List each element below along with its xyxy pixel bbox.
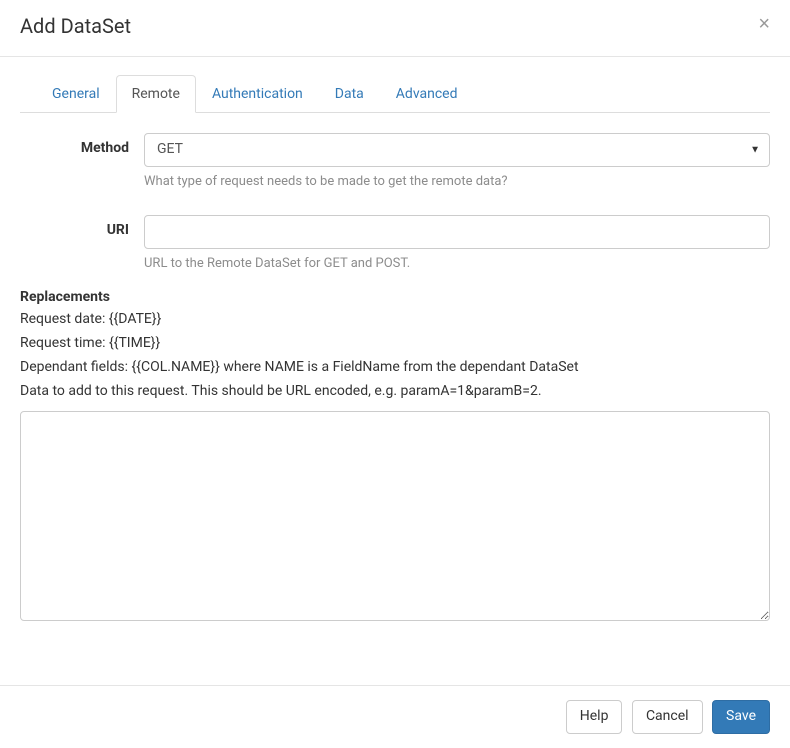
replacements-dependant: Dependant fields: {{COL.NAME}} where NAM… — [20, 357, 770, 378]
close-button[interactable]: × — [758, 14, 770, 34]
tab-general-label[interactable]: General — [36, 75, 116, 113]
replacements-section: Replacements Request date: {{DATE}} Requ… — [20, 289, 770, 625]
replacements-textarea[interactable] — [20, 411, 770, 621]
tab-authentication[interactable]: Authentication — [196, 75, 319, 113]
form-section: Method GET ▼ What type of request needs … — [20, 113, 770, 625]
method-group: Method GET ▼ What type of request needs … — [20, 133, 770, 191]
save-button[interactable]: Save — [712, 700, 770, 734]
tab-list: General Remote Authentication Data Advan… — [20, 75, 770, 113]
tab-advanced[interactable]: Advanced — [380, 75, 474, 113]
tab-remote-label[interactable]: Remote — [116, 75, 196, 113]
method-help: What type of request needs to be made to… — [144, 173, 770, 191]
method-label: Method — [20, 133, 144, 191]
modal-title: Add DataSet — [20, 14, 131, 38]
tab-authentication-label[interactable]: Authentication — [196, 75, 319, 113]
uri-help: URL to the Remote DataSet for GET and PO… — [144, 255, 770, 273]
tab-advanced-label[interactable]: Advanced — [380, 75, 474, 113]
modal-footer: Help Cancel Save — [0, 685, 790, 748]
uri-label: URI — [20, 215, 144, 273]
cancel-button[interactable]: Cancel — [632, 700, 703, 734]
tab-data[interactable]: Data — [319, 75, 380, 113]
replacements-datahint: Data to add to this request. This should… — [20, 381, 770, 402]
tab-remote[interactable]: Remote — [116, 75, 196, 113]
help-button[interactable]: Help — [566, 700, 623, 734]
replacements-time: Request time: {{TIME}} — [20, 333, 770, 354]
uri-input[interactable] — [144, 215, 770, 249]
tab-general[interactable]: General — [36, 75, 116, 113]
add-dataset-modal: Add DataSet × General Remote Authenticat… — [0, 0, 790, 748]
replacements-date: Request date: {{DATE}} — [20, 309, 770, 330]
method-select[interactable]: GET — [144, 133, 770, 167]
uri-group: URI URL to the Remote DataSet for GET an… — [20, 215, 770, 273]
modal-body: General Remote Authentication Data Advan… — [0, 75, 790, 645]
replacements-title: Replacements — [20, 289, 770, 305]
tab-data-label[interactable]: Data — [319, 75, 380, 113]
modal-header: Add DataSet × — [0, 0, 790, 57]
